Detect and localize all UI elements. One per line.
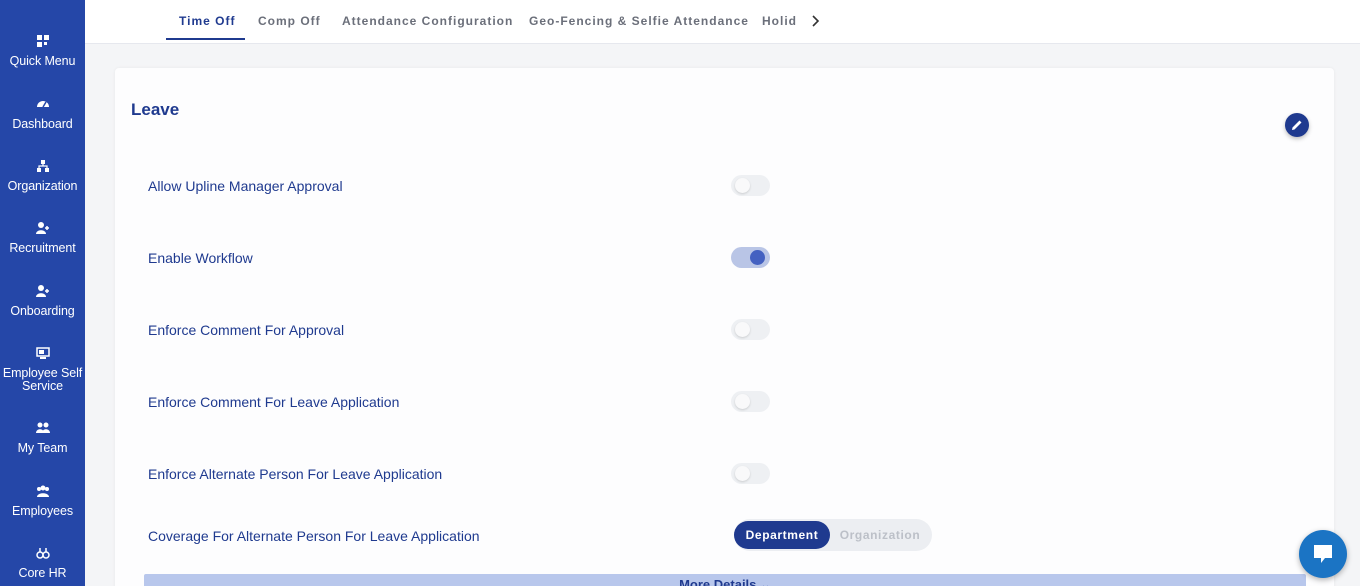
toggle-knob: [735, 322, 750, 337]
sidebar-item-recruitment[interactable]: Recruitment: [0, 221, 85, 255]
sidebar-item-label: My Team: [17, 441, 68, 455]
sidebar-item-label: Employees: [12, 504, 73, 518]
employees-icon: [36, 485, 49, 497]
coverage-option-department[interactable]: Department: [734, 521, 830, 549]
active-tab-indicator: [166, 38, 245, 40]
sidebar-item-dashboard[interactable]: Dashboard: [0, 97, 85, 131]
toggle-enforce-alternate-person[interactable]: [731, 463, 770, 484]
toggle-knob: [735, 178, 750, 193]
settings-tab-bar: Time Off Comp Off Attendance Configurati…: [85, 0, 1360, 44]
leave-settings-card: Leave Allow Upline Manager Approval Enab…: [115, 68, 1334, 586]
core-hr-icon: [35, 548, 50, 559]
sidebar-item-label: Onboarding: [10, 304, 75, 318]
sidebar-item-label: Dashboard: [12, 117, 73, 131]
sidebar-item-core-hr[interactable]: Core HR: [0, 546, 85, 580]
sidebar-item-onboarding[interactable]: Onboarding: [0, 284, 85, 318]
toggle-enable-workflow[interactable]: [731, 247, 770, 268]
my-team-icon: [35, 422, 50, 433]
toggle-knob: [735, 394, 750, 409]
sidebar-item-employee-self-service[interactable]: Employee Self Service: [0, 346, 85, 393]
tab-attendance-configuration[interactable]: Attendance Configuration: [342, 0, 513, 42]
chat-button[interactable]: [1299, 530, 1347, 578]
sidebar-item-label: Quick Menu: [9, 54, 76, 68]
setting-label-allow-upline-manager-approval: Allow Upline Manager Approval: [148, 178, 343, 194]
toggle-enforce-comment-approval[interactable]: [731, 319, 770, 340]
edit-button[interactable]: [1285, 113, 1309, 137]
toggle-allow-upline-manager-approval[interactable]: [731, 175, 770, 196]
setting-label-coverage-alternate-person: Coverage For Alternate Person For Leave …: [148, 528, 480, 544]
sidebar-item-organization[interactable]: Organization: [0, 159, 85, 193]
employee-self-service-icon: [35, 347, 50, 359]
toggle-enforce-comment-leave-application[interactable]: [731, 391, 770, 412]
card-title: Leave: [131, 100, 180, 119]
chevron-right-icon[interactable]: [807, 13, 823, 29]
coverage-segmented-control: Department Organization: [734, 519, 932, 551]
dashboard-icon: [36, 101, 49, 108]
recruitment-icon: [35, 222, 49, 234]
setting-label-enable-workflow: Enable Workflow: [148, 250, 253, 266]
sidebar-item-quick-menu[interactable]: Quick Menu: [0, 34, 85, 68]
sidebar-item-label: Employee Self Service: [2, 366, 83, 393]
quick-menu-icon: [36, 35, 49, 47]
tab-comp-off[interactable]: Comp Off: [258, 0, 321, 42]
organization-icon: [36, 160, 49, 172]
chat-bubble-icon: [1314, 545, 1332, 563]
toggle-knob: [735, 466, 750, 481]
tab-holidays[interactable]: Holid: [762, 0, 797, 42]
setting-label-enforce-comment-approval: Enforce Comment For Approval: [148, 322, 345, 338]
tab-time-off[interactable]: Time Off: [179, 0, 235, 42]
sidebar-item-label: Recruitment: [9, 241, 76, 255]
setting-label-enforce-alternate-person: Enforce Alternate Person For Leave Appli…: [148, 466, 443, 482]
sidebar: Quick Menu Dashboard Organization Recrui…: [0, 0, 85, 586]
toggle-knob: [750, 250, 765, 265]
onboarding-icon: [35, 285, 49, 297]
sidebar-item-label: Core HR: [18, 566, 67, 580]
pencil-icon: [1292, 120, 1302, 130]
sidebar-item-label: Organization: [7, 179, 78, 193]
coverage-option-organization[interactable]: Organization: [832, 521, 928, 549]
sidebar-item-my-team[interactable]: My Team: [0, 421, 85, 455]
app-root: Quick Menu Dashboard Organization Recrui…: [0, 0, 1360, 586]
sidebar-item-employees[interactable]: Employees: [0, 484, 85, 518]
more-details-button[interactable]: More Details ⌄: [144, 574, 1306, 586]
tab-geo-fencing-selfie-attendance[interactable]: Geo-Fencing & Selfie Attendance: [529, 0, 749, 42]
setting-label-enforce-comment-leave-application: Enforce Comment For Leave Application: [148, 394, 400, 410]
